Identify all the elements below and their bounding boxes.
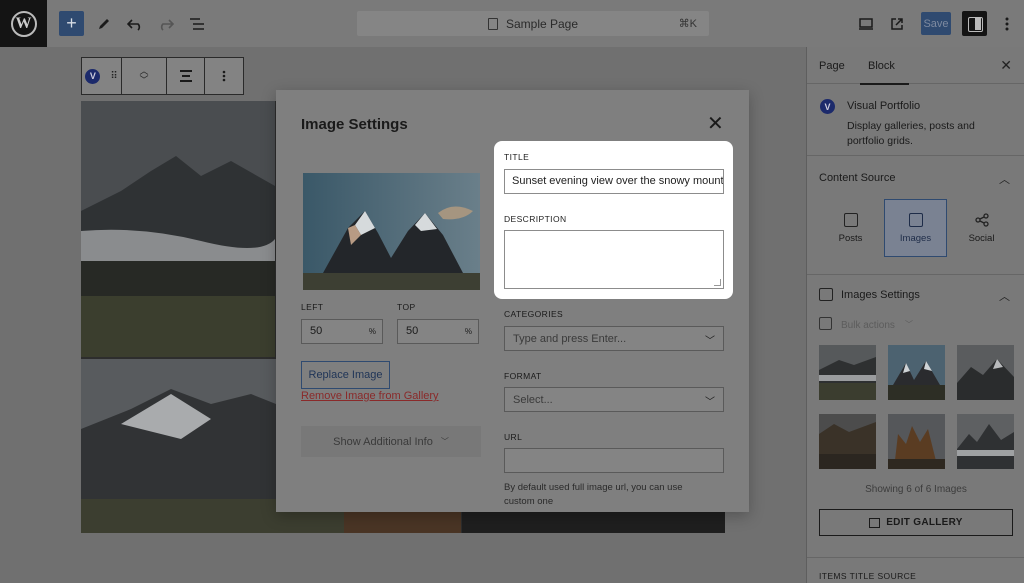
- focal-top-input[interactable]: 50 %: [397, 319, 479, 344]
- redo-icon[interactable]: [153, 11, 178, 36]
- gallery-icon: [819, 288, 833, 301]
- gallery-image[interactable]: [81, 101, 275, 357]
- image-thumbnail[interactable]: [819, 345, 876, 400]
- shortcut-hint: ⌘K: [678, 18, 697, 30]
- more-options-icon[interactable]: [994, 11, 1019, 36]
- focal-top-value: 50: [406, 325, 419, 337]
- divider: [807, 155, 1024, 156]
- close-icon[interactable]: ✕: [707, 114, 724, 134]
- percent-unit: %: [368, 327, 376, 336]
- images-settings-title[interactable]: Images Settings: [841, 289, 920, 301]
- divider: [807, 274, 1024, 275]
- document-icon: [487, 17, 498, 30]
- image-thumbnail[interactable]: [888, 414, 945, 469]
- block-type-button[interactable]: V ⠿: [82, 58, 122, 94]
- title-input[interactable]: Sunset evening view over the snowy mount…: [504, 169, 724, 194]
- tab-page[interactable]: Page: [819, 60, 845, 72]
- chevron-down-icon: ﹀: [440, 437, 449, 446]
- title-field-label: TITLE: [504, 152, 530, 162]
- undo-icon[interactable]: [122, 11, 147, 36]
- wordpress-logo-icon[interactable]: W: [0, 0, 47, 47]
- gallery-icon: [869, 517, 881, 528]
- gallery-image[interactable]: [344, 511, 461, 533]
- chevron-up-icon[interactable]: ︿: [999, 288, 1010, 304]
- block-toolbar: V ⠿ ︿ ﹀: [81, 57, 244, 95]
- top-label: TOP: [397, 302, 416, 312]
- chevron-down-icon: ﹀: [905, 320, 913, 329]
- move-up-down-icon[interactable]: ︿ ﹀: [122, 58, 167, 94]
- add-block-button[interactable]: +: [59, 11, 84, 36]
- highlighted-fields-card: TITLE Sunset evening view over the snowy…: [494, 141, 733, 299]
- categories-placeholder: Type and press Enter...: [513, 333, 627, 345]
- format-select[interactable]: Select... ﹀: [504, 387, 724, 412]
- posts-icon: [843, 212, 858, 227]
- bulk-actions-dropdown[interactable]: Bulk actions: [841, 320, 895, 331]
- images-count-text: Showing 6 of 6 Images: [865, 484, 967, 495]
- focal-left-input[interactable]: 50 %: [301, 319, 383, 344]
- edit-pencil-icon[interactable]: [91, 11, 116, 36]
- source-option-posts[interactable]: Posts: [819, 199, 882, 257]
- bulk-select-checkbox[interactable]: [819, 317, 832, 330]
- format-label: FORMAT: [504, 371, 542, 381]
- block-name: Visual Portfolio: [847, 100, 921, 112]
- images-icon: [908, 212, 923, 227]
- settings-panel-toggle-icon[interactable]: [962, 11, 987, 36]
- categories-label: CATEGORIES: [504, 309, 564, 319]
- tab-block[interactable]: Block: [860, 60, 909, 85]
- align-icon[interactable]: [167, 58, 205, 94]
- block-options-icon[interactable]: [205, 58, 243, 94]
- visual-portfolio-icon: V: [85, 68, 101, 84]
- source-option-label: Images: [899, 232, 932, 244]
- chevron-down-icon: ﹀: [705, 397, 715, 408]
- description-textarea[interactable]: [504, 230, 724, 289]
- content-source-title[interactable]: Content Source: [819, 172, 895, 184]
- url-input[interactable]: [504, 448, 724, 473]
- desktop-preview-icon[interactable]: [853, 11, 878, 36]
- source-option-label: Posts: [838, 232, 863, 244]
- gallery-image[interactable]: [462, 511, 725, 533]
- edit-gallery-label: EDIT GALLERY: [886, 517, 963, 528]
- image-thumbnail[interactable]: [888, 345, 945, 400]
- chevron-up-icon[interactable]: ︿: [999, 171, 1010, 187]
- source-option-label: Social: [968, 232, 995, 244]
- image-preview[interactable]: [303, 173, 480, 290]
- sidebar-tabs: Page Block ✕: [807, 47, 1024, 85]
- settings-sidebar: Page Block ✕ V Visual Portfolio Display …: [806, 47, 1024, 583]
- external-view-icon[interactable]: [884, 11, 909, 36]
- image-thumbnail[interactable]: [957, 414, 1014, 469]
- close-icon[interactable]: ✕: [1000, 57, 1012, 74]
- image-thumbnail[interactable]: [957, 345, 1014, 400]
- editor-toolbar: W + Sample Page ⌘K Save: [0, 0, 1024, 47]
- replace-image-button[interactable]: Replace Image: [301, 361, 390, 389]
- modal-title: Image Settings: [301, 116, 408, 133]
- chevron-down-icon: ﹀: [705, 336, 715, 347]
- divider: [807, 557, 1024, 558]
- left-label: LEFT: [301, 302, 324, 312]
- remove-image-link[interactable]: Remove Image from Gallery: [301, 390, 439, 402]
- image-thumbnail[interactable]: [819, 414, 876, 469]
- url-label: URL: [504, 432, 523, 442]
- command-palette-button[interactable]: Sample Page ⌘K: [357, 11, 709, 36]
- source-option-images[interactable]: Images: [884, 199, 947, 257]
- show-additional-info-button[interactable]: Show Additional Info ﹀: [301, 426, 481, 457]
- source-option-social[interactable]: Social: [950, 199, 1013, 257]
- visual-portfolio-icon: V: [820, 99, 835, 114]
- list-view-icon[interactable]: [184, 11, 209, 36]
- show-additional-info-label: Show Additional Info: [333, 435, 433, 448]
- focal-left-value: 50: [310, 325, 323, 337]
- block-description: Display galleries, posts and portfolio g…: [847, 120, 975, 147]
- format-value: Select...: [513, 394, 553, 406]
- percent-unit: %: [464, 327, 472, 336]
- url-help-text: By default used full image url, you can …: [504, 482, 683, 507]
- categories-input[interactable]: Type and press Enter... ﹀: [504, 326, 724, 351]
- save-button[interactable]: Save: [921, 12, 951, 35]
- command-palette-label: Sample Page: [505, 16, 579, 31]
- description-field-label: DESCRIPTION: [504, 214, 567, 224]
- drag-handle-icon[interactable]: ⠿: [110, 71, 117, 82]
- edit-gallery-button[interactable]: EDIT GALLERY: [819, 509, 1013, 536]
- items-title-source-label: ITEMS TITLE SOURCE: [819, 571, 917, 581]
- share-icon: [974, 212, 989, 227]
